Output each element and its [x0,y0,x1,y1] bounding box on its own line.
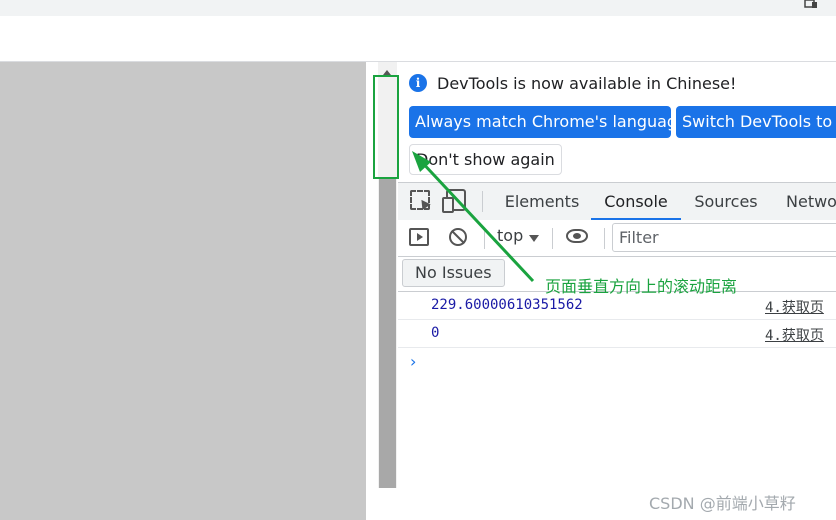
tab-sources[interactable]: Sources [686,183,766,219]
log-value: 229.60000610351562 [431,297,583,313]
tab-console[interactable]: Console [591,183,681,220]
clear-console-icon[interactable] [449,228,467,246]
info-icon: i [409,74,427,92]
account-switch-icon[interactable] [804,0,818,8]
browser-top-bar [0,0,836,16]
annotation-highlight-box [373,75,399,179]
infobar-message: DevTools is now available in Chinese! [437,74,737,93]
language-infobar: i DevTools is now available in Chinese! … [398,62,836,182]
chevron-down-icon[interactable] [529,235,539,242]
issues-button[interactable]: No Issues [402,259,505,287]
devtools-tab-bar: Elements Console Sources Network [398,182,836,221]
console-message-row: 0 4.获取页 [398,320,836,348]
tab-network[interactable]: Network [786,183,836,219]
divider [604,228,605,249]
device-toolbar-icon[interactable] [442,189,466,213]
log-source-link[interactable]: 4.获取页 [765,325,824,345]
eye-icon[interactable] [566,229,588,243]
tab-elements[interactable]: Elements [498,183,586,219]
watermark: CSDN @前端小草籽 [649,494,796,513]
divider [552,228,553,249]
browser-toolbar-area [0,16,836,62]
page-viewport[interactable] [0,62,366,520]
scrollbar-thumb[interactable] [379,178,396,488]
inspect-element-icon[interactable] [410,190,430,210]
filter-input[interactable] [612,223,836,252]
console-toolbar: top [398,220,836,257]
dont-show-again-button[interactable]: Don't show again [409,144,562,175]
context-selector[interactable]: top [497,226,523,245]
console-prompt-icon[interactable]: › [410,352,416,371]
log-value: 0 [431,325,440,341]
show-sidebar-icon[interactable] [409,228,429,246]
divider [484,228,485,249]
switch-language-button[interactable]: Switch DevTools to Chinese [676,106,836,138]
annotation-label: 页面垂直方向上的滚动距离 [545,277,738,296]
scrollbar-end [378,488,397,520]
divider [482,191,483,212]
log-source-link[interactable]: 4.获取页 [765,297,824,317]
match-language-button[interactable]: Always match Chrome's language [409,106,671,138]
